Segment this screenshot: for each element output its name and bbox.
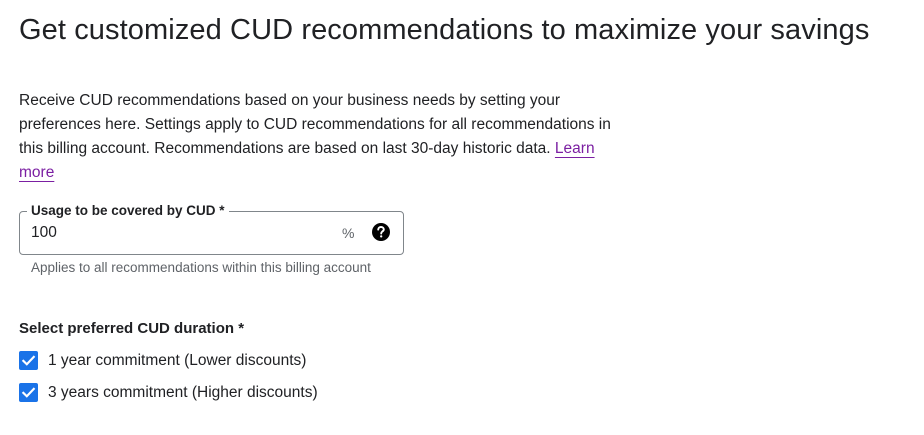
help-circle-icon[interactable] bbox=[371, 222, 391, 242]
percent-suffix: % bbox=[342, 225, 355, 241]
usage-coverage-input[interactable] bbox=[31, 224, 321, 242]
checkbox-checked-icon[interactable] bbox=[19, 383, 38, 402]
duration-group-label: Select preferred CUD duration * bbox=[19, 320, 245, 337]
description-text: Receive CUD recommendations based on you… bbox=[19, 92, 611, 157]
usage-coverage-hint: Applies to all recommendations within th… bbox=[31, 260, 371, 275]
usage-coverage-field: Usage to be covered by CUD * % bbox=[19, 202, 404, 255]
three-years-commitment-checkbox[interactable]: 3 years commitment (Higher discounts) bbox=[19, 383, 318, 402]
description-paragraph: Receive CUD recommendations based on you… bbox=[19, 89, 629, 185]
page-title: Get customized CUD recommendations to ma… bbox=[19, 14, 870, 46]
one-year-commitment-label: 1 year commitment (Lower discounts) bbox=[48, 351, 307, 369]
checkbox-checked-icon[interactable] bbox=[19, 351, 38, 370]
usage-coverage-label: Usage to be covered by CUD * bbox=[27, 202, 229, 220]
three-years-commitment-label: 3 years commitment (Higher discounts) bbox=[48, 383, 318, 401]
one-year-commitment-checkbox[interactable]: 1 year commitment (Lower discounts) bbox=[19, 351, 306, 370]
